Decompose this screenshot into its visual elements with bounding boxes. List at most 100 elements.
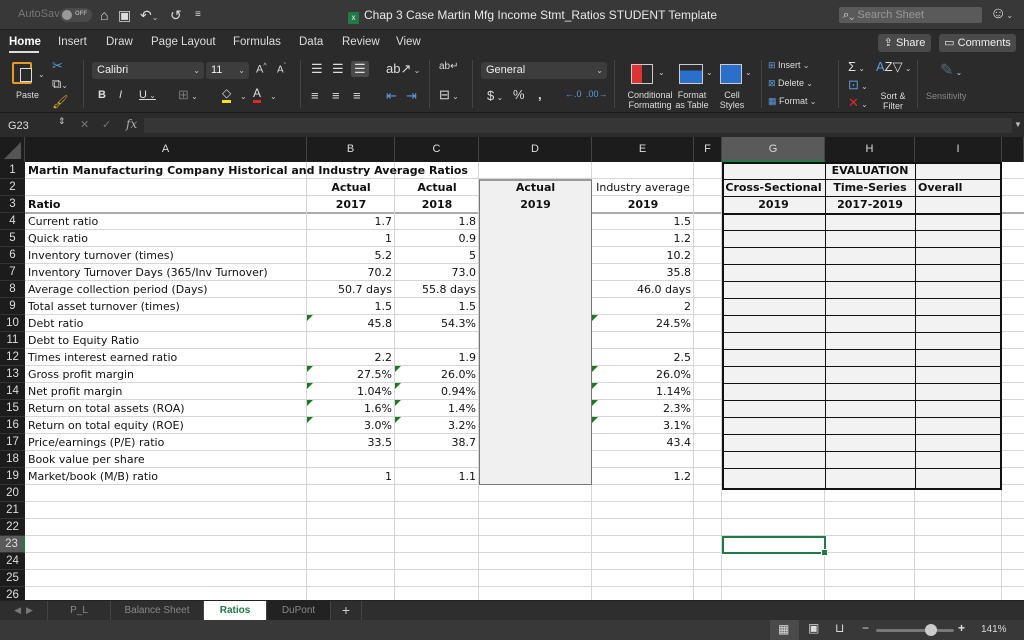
row-header-5[interactable]: 5 [0, 230, 25, 247]
fill-color-icon[interactable]: ◇ [222, 86, 232, 103]
orientation-icon[interactable]: ab↗ ⌄ [386, 61, 420, 77]
row-header-2[interactable]: 2 [0, 179, 25, 196]
redo-icon[interactable]: ↺ [170, 7, 182, 24]
zoom-out-button[interactable]: − [862, 621, 869, 635]
column-header-g[interactable]: G [722, 137, 825, 162]
column-header-h[interactable]: H [825, 137, 915, 162]
borders-icon[interactable]: ⊞ ⌄ [178, 87, 198, 103]
row-header-21[interactable]: 21 [0, 502, 25, 519]
conditional-formatting-button[interactable]: ⌄ Conditional Formatting [622, 62, 673, 112]
fill-color-dropdown[interactable]: ⌄ [240, 92, 247, 101]
tab-home[interactable]: Home [9, 36, 41, 48]
sheet-tab-p-l[interactable]: P_L [48, 601, 111, 621]
undo-icon[interactable]: ↶⌄ [140, 7, 158, 24]
tab-draw[interactable]: Draw [106, 36, 133, 48]
row-header-22[interactable]: 22 [0, 519, 25, 536]
row-header-14[interactable]: 14 [0, 383, 25, 400]
column-header-b[interactable]: B [307, 137, 395, 162]
underline-icon[interactable]: U ⌄ [139, 89, 156, 101]
row-header-18[interactable]: 18 [0, 451, 25, 468]
row-header-16[interactable]: 16 [0, 417, 25, 434]
column-header-a[interactable]: A [25, 137, 307, 162]
name-box-stepper-icon[interactable]: ⇕ [58, 116, 66, 127]
paste-icon[interactable] [12, 62, 32, 84]
column-header-c[interactable]: C [395, 137, 479, 162]
fill-icon[interactable]: ⊡ ⌄ [848, 77, 868, 93]
row-header-10[interactable]: 10 [0, 315, 25, 332]
share-button[interactable]: ⇪ Share [878, 34, 931, 52]
error-indicator-icon[interactable] [592, 315, 598, 321]
row-header-12[interactable]: 12 [0, 349, 25, 366]
row-header-7[interactable]: 7 [0, 264, 25, 281]
copy-icon[interactable]: ⧉⌄ [52, 76, 68, 92]
error-indicator-icon[interactable] [395, 383, 401, 389]
search-sheet-input[interactable]: ⌕⌄ Search Sheet [839, 7, 982, 23]
wrap-text-icon[interactable]: ab↵ [439, 61, 459, 72]
row-header-3[interactable]: 3 [0, 196, 25, 213]
decrease-indent-icon[interactable]: ⇤ [386, 88, 397, 104]
feedback-smiley-icon[interactable]: ☺⌄ [990, 5, 1013, 23]
enter-icon[interactable]: ✓ [102, 118, 111, 131]
font-name-select[interactable]: Calibri ⌄ [92, 62, 204, 79]
tab-view[interactable]: View [396, 36, 421, 48]
column-header-j[interactable] [1002, 137, 1024, 162]
function-icon[interactable]: fx [126, 117, 137, 131]
align-left-icon[interactable]: ≡ [311, 88, 319, 103]
paste-dropdown[interactable]: ⌄ [38, 70, 45, 79]
comments-button[interactable]: ▭ Comments [939, 34, 1016, 52]
row-header-15[interactable]: 15 [0, 400, 25, 417]
autosum-icon[interactable]: Σ ⌄ [848, 59, 865, 74]
error-indicator-icon[interactable] [307, 417, 313, 423]
currency-icon[interactable]: $ ⌄ [487, 88, 503, 103]
row-header-23[interactable]: 23 [0, 536, 25, 553]
zoom-slider-track[interactable] [876, 629, 954, 632]
row-header-19[interactable]: 19 [0, 468, 25, 485]
tab-data[interactable]: Data [299, 36, 323, 48]
page-break-view-icon[interactable]: ⊔ [835, 621, 844, 635]
increase-font-size-icon[interactable]: A^ [256, 63, 267, 76]
font-color-icon[interactable]: A [253, 86, 262, 103]
row-header-25[interactable]: 25 [0, 570, 25, 587]
column-header-i[interactable]: I [915, 137, 1002, 162]
zoom-in-button[interactable]: + [958, 621, 965, 635]
sheet-nav-arrows[interactable]: ◀ ▶ [0, 601, 48, 621]
format-cells-button[interactable]: ▦ Format ⌄ [768, 96, 816, 107]
row-header-9[interactable]: 9 [0, 298, 25, 315]
sheet-tab-dupont[interactable]: DuPont [267, 601, 331, 621]
error-indicator-icon[interactable] [395, 417, 401, 423]
zoom-level[interactable]: 141% [981, 624, 1007, 635]
increase-decimal-icon[interactable]: ←.0 [565, 89, 582, 99]
row-header-1[interactable]: 1 [0, 162, 25, 179]
sheet-tab-ratios[interactable]: Ratios [204, 601, 267, 621]
column-header-e[interactable]: E [592, 137, 694, 162]
expand-formula-bar-icon[interactable]: ▼ [1014, 120, 1022, 129]
align-bottom-icon[interactable]: ☰ [351, 61, 369, 77]
column-header-d[interactable]: D [479, 137, 592, 162]
sort-filter-icon[interactable]: AZ▽ ⌄ [876, 59, 912, 75]
add-sheet-button[interactable]: + [331, 601, 362, 621]
error-indicator-icon[interactable] [592, 383, 598, 389]
formula-input[interactable] [144, 118, 1012, 133]
prev-sheet-icon[interactable]: ◀ [14, 605, 21, 615]
comma-style-icon[interactable]: , [538, 87, 542, 102]
normal-view-button[interactable]: ▦ [770, 620, 799, 640]
error-indicator-icon[interactable] [307, 366, 313, 372]
row-header-13[interactable]: 13 [0, 366, 25, 383]
next-sheet-icon[interactable]: ▶ [26, 605, 33, 615]
cancel-icon[interactable]: ✕ [80, 118, 89, 131]
column-header-f[interactable]: F [694, 137, 722, 162]
cell-styles-button[interactable]: ⌄ Cell Styles [717, 62, 753, 112]
align-top-icon[interactable]: ☰ [311, 61, 323, 77]
select-all-button[interactable] [0, 137, 25, 162]
error-indicator-icon[interactable] [395, 400, 401, 406]
align-middle-icon[interactable]: ☰ [332, 61, 344, 77]
row-header-26[interactable]: 26 [0, 587, 25, 600]
insert-cells-button[interactable]: ⊞ Insert ⌄ [768, 60, 810, 71]
align-right-icon[interactable]: ≡ [353, 88, 361, 103]
name-box[interactable]: G23 [8, 120, 29, 132]
sensitivity-icon[interactable]: ✎ ⌄ [940, 60, 962, 80]
row-header-6[interactable]: 6 [0, 247, 25, 264]
tab-review[interactable]: Review [342, 36, 380, 48]
tab-formulas[interactable]: Formulas [233, 36, 281, 48]
italic-icon[interactable]: I [119, 89, 122, 101]
